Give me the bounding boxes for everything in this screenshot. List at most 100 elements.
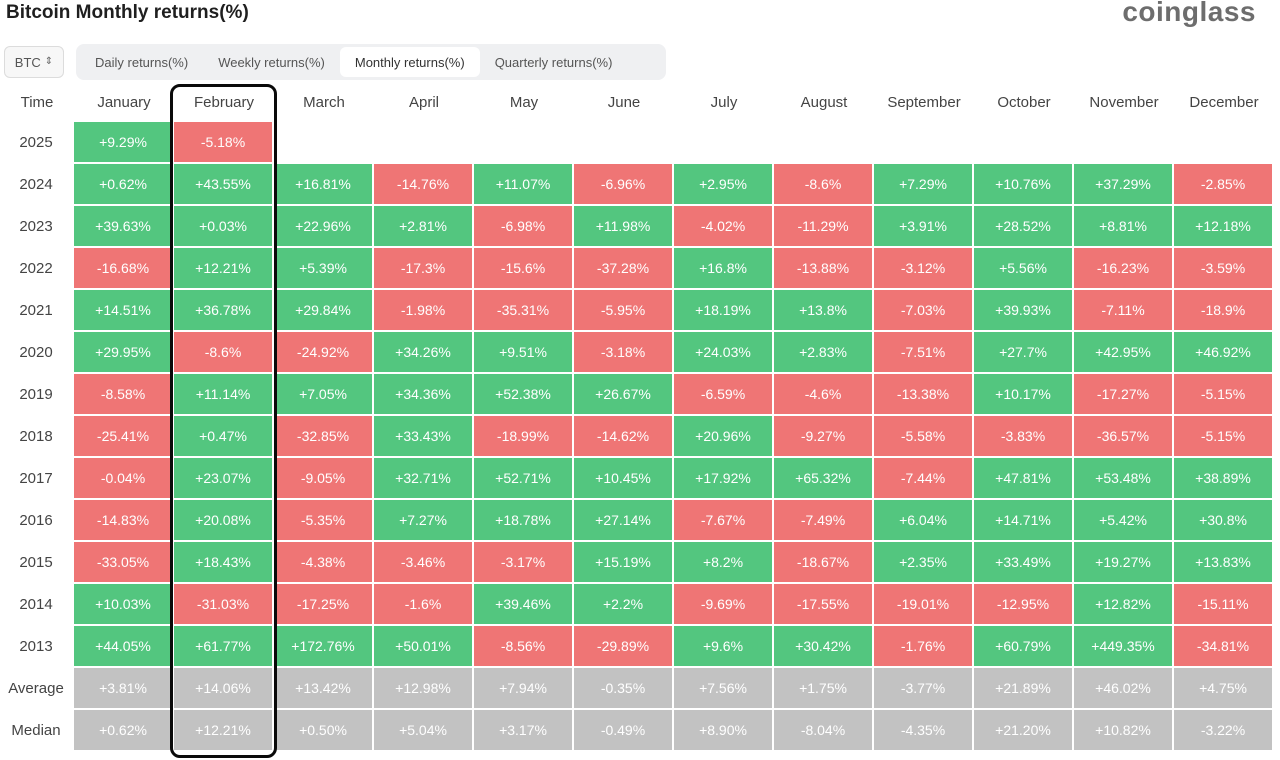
- return-cell: -1.76%: [874, 626, 974, 668]
- return-cell: +17.92%: [674, 458, 774, 500]
- return-cell: +8.81%: [1074, 206, 1174, 248]
- return-cell: +26.67%: [574, 374, 674, 416]
- stat-cell: +14.06%: [174, 668, 274, 710]
- table-row: 2020+29.95%-8.6%-24.92%+34.26%+9.51%-3.1…: [0, 332, 1274, 374]
- return-cell: -14.83%: [74, 500, 174, 542]
- return-cell: [1174, 122, 1274, 164]
- table-row: 2016-14.83%+20.08%-5.35%+7.27%+18.78%+27…: [0, 500, 1274, 542]
- return-cell: +36.78%: [174, 290, 274, 332]
- month-header-december: December: [1174, 82, 1274, 122]
- return-cell: +14.51%: [74, 290, 174, 332]
- year-label: 2014: [0, 584, 74, 626]
- return-cell: +12.18%: [1174, 206, 1274, 248]
- year-label: 2013: [0, 626, 74, 668]
- return-cell: -12.95%: [974, 584, 1074, 626]
- return-cell: -4.38%: [274, 542, 374, 584]
- return-cell: -7.03%: [874, 290, 974, 332]
- year-label: 2017: [0, 458, 74, 500]
- return-cell: +39.46%: [474, 584, 574, 626]
- tab-quarterly-returns[interactable]: Quarterly returns(%): [480, 47, 628, 77]
- return-cell: [874, 122, 974, 164]
- return-cell: +38.89%: [1174, 458, 1274, 500]
- return-cell: -16.68%: [74, 248, 174, 290]
- return-cell: +52.38%: [474, 374, 574, 416]
- return-cell: +8.2%: [674, 542, 774, 584]
- return-cell: -0.04%: [74, 458, 174, 500]
- stat-cell: -3.77%: [874, 668, 974, 710]
- return-cell: -5.15%: [1174, 374, 1274, 416]
- return-cell: -5.15%: [1174, 416, 1274, 458]
- tab-daily-returns[interactable]: Daily returns(%): [80, 47, 203, 77]
- return-cell: +33.49%: [974, 542, 1074, 584]
- stat-cell: +7.56%: [674, 668, 774, 710]
- return-cell: [974, 122, 1074, 164]
- return-cell: -5.58%: [874, 416, 974, 458]
- monthly-returns-table: Time JanuaryFebruaryMarchAprilMayJuneJul…: [0, 82, 1274, 752]
- return-cell: +2.95%: [674, 164, 774, 206]
- return-cell: -3.83%: [974, 416, 1074, 458]
- return-cell: -3.59%: [1174, 248, 1274, 290]
- stat-cell: -0.35%: [574, 668, 674, 710]
- return-cell: +34.26%: [374, 332, 474, 374]
- stat-cell: -8.04%: [774, 710, 874, 752]
- return-cell: +16.8%: [674, 248, 774, 290]
- return-cell: +18.43%: [174, 542, 274, 584]
- stat-cell: +4.75%: [1174, 668, 1274, 710]
- tab-monthly-returns[interactable]: Monthly returns(%): [340, 47, 480, 77]
- stat-row-average: Average+3.81%+14.06%+13.42%+12.98%+7.94%…: [0, 668, 1274, 710]
- return-cell: +3.91%: [874, 206, 974, 248]
- return-cell: +16.81%: [274, 164, 374, 206]
- table-row: 2014+10.03%-31.03%-17.25%-1.6%+39.46%+2.…: [0, 584, 1274, 626]
- return-cell: +43.55%: [174, 164, 274, 206]
- return-cell: -14.62%: [574, 416, 674, 458]
- return-cell: -3.18%: [574, 332, 674, 374]
- return-cell: +30.42%: [774, 626, 874, 668]
- asset-select[interactable]: BTC ⇕: [4, 46, 64, 78]
- return-cell: -4.6%: [774, 374, 874, 416]
- return-cell: +2.35%: [874, 542, 974, 584]
- return-cell: +20.96%: [674, 416, 774, 458]
- year-label: 2020: [0, 332, 74, 374]
- return-cell: -13.88%: [774, 248, 874, 290]
- return-cell: +11.14%: [174, 374, 274, 416]
- tab-weekly-returns[interactable]: Weekly returns(%): [203, 47, 340, 77]
- return-cell: +39.63%: [74, 206, 174, 248]
- return-cell: +28.52%: [974, 206, 1074, 248]
- return-cell: +12.82%: [1074, 584, 1174, 626]
- stat-cell: +8.90%: [674, 710, 774, 752]
- return-cell: -9.27%: [774, 416, 874, 458]
- return-cell: +14.71%: [974, 500, 1074, 542]
- return-cell: -14.76%: [374, 164, 474, 206]
- table-row: 2022-16.68%+12.21%+5.39%-17.3%-15.6%-37.…: [0, 248, 1274, 290]
- return-cell: -36.57%: [1074, 416, 1174, 458]
- month-header-april: April: [374, 82, 474, 122]
- return-cell: +27.14%: [574, 500, 674, 542]
- return-cell: -32.85%: [274, 416, 374, 458]
- return-cell: [674, 122, 774, 164]
- return-cell: +2.2%: [574, 584, 674, 626]
- return-cell: +19.27%: [1074, 542, 1174, 584]
- stat-cell: +1.75%: [774, 668, 874, 710]
- return-cell: +13.8%: [774, 290, 874, 332]
- return-cell: +6.04%: [874, 500, 974, 542]
- return-cell: +20.08%: [174, 500, 274, 542]
- stat-cell: +13.42%: [274, 668, 374, 710]
- return-cell: [474, 122, 574, 164]
- stat-cell: +5.04%: [374, 710, 474, 752]
- month-header-february: February: [174, 82, 274, 122]
- return-cell: [274, 122, 374, 164]
- return-cell: -29.89%: [574, 626, 674, 668]
- return-cell: -16.23%: [1074, 248, 1174, 290]
- return-cell: +60.79%: [974, 626, 1074, 668]
- return-cell: -25.41%: [74, 416, 174, 458]
- return-cell: +172.76%: [274, 626, 374, 668]
- return-cell: -7.11%: [1074, 290, 1174, 332]
- return-cell: -6.98%: [474, 206, 574, 248]
- table-row: 2021+14.51%+36.78%+29.84%-1.98%-35.31%-5…: [0, 290, 1274, 332]
- return-cell: +13.83%: [1174, 542, 1274, 584]
- year-label: 2021: [0, 290, 74, 332]
- asset-select-value: BTC: [15, 55, 41, 70]
- return-cell: [774, 122, 874, 164]
- table-row: 2019-8.58%+11.14%+7.05%+34.36%+52.38%+26…: [0, 374, 1274, 416]
- return-cell: -37.28%: [574, 248, 674, 290]
